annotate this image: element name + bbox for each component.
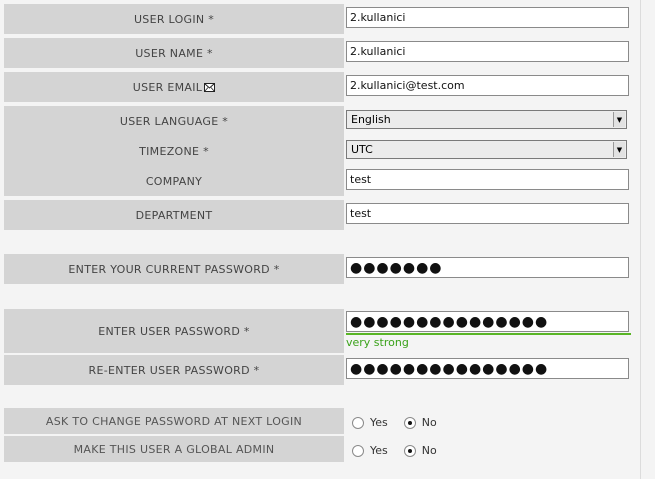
timezone-label: TIMEZONE * bbox=[4, 136, 344, 166]
ask-change-password-yes-label[interactable]: Yes bbox=[370, 416, 388, 429]
department-label: DEPARTMENT bbox=[4, 200, 344, 230]
user-name-label: USER NAME * bbox=[4, 38, 344, 68]
user-email-label-wrap: USER EMAIL bbox=[4, 72, 344, 102]
company-label: COMPANY bbox=[4, 166, 344, 196]
ask-change-password-no-label[interactable]: No bbox=[422, 416, 437, 429]
user-language-selected: English bbox=[351, 113, 391, 126]
user-email-input[interactable]: 2.kullanici@test.com bbox=[346, 75, 629, 96]
reenter-password-input[interactable]: ●●●●●●●●●●●●●●● bbox=[346, 358, 629, 379]
chevron-down-icon[interactable]: ▼ bbox=[613, 112, 625, 127]
timezone-selected: UTC bbox=[351, 143, 373, 156]
password-strength-text: very strong bbox=[346, 336, 409, 349]
reenter-password-label: RE-ENTER USER PASSWORD * bbox=[4, 355, 344, 385]
global-admin-yes-label[interactable]: Yes bbox=[370, 444, 388, 457]
page-edge-line bbox=[640, 0, 641, 479]
global-admin-label: MAKE THIS USER A GLOBAL ADMIN bbox=[4, 436, 344, 462]
current-password-label: ENTER YOUR CURRENT PASSWORD * bbox=[4, 254, 344, 284]
envelope-icon bbox=[204, 82, 216, 92]
ask-change-password-radio-group: Yes No bbox=[352, 416, 453, 429]
user-email-label: USER EMAIL bbox=[132, 80, 203, 94]
chevron-down-icon[interactable]: ▼ bbox=[613, 142, 625, 157]
global-admin-yes-radio[interactable] bbox=[352, 444, 364, 457]
global-admin-no-label[interactable]: No bbox=[422, 444, 437, 457]
password-strength-bar bbox=[346, 333, 631, 335]
user-name-input[interactable]: 2.kullanici bbox=[346, 41, 629, 62]
global-admin-no-radio[interactable] bbox=[403, 444, 416, 457]
ask-change-password-yes-radio[interactable] bbox=[352, 416, 364, 429]
new-password-label: ENTER USER PASSWORD * bbox=[4, 309, 344, 353]
ask-change-password-label: ASK TO CHANGE PASSWORD AT NEXT LOGIN bbox=[4, 408, 344, 434]
user-language-label: USER LANGUAGE * bbox=[4, 106, 344, 136]
timezone-select[interactable]: UTC ▼ bbox=[346, 140, 627, 159]
user-login-input[interactable]: 2.kullanici bbox=[346, 7, 629, 28]
new-password-input[interactable]: ●●●●●●●●●●●●●●● bbox=[346, 311, 629, 332]
current-password-input[interactable]: ●●●●●●● bbox=[346, 257, 629, 278]
user-login-label: USER LOGIN * bbox=[4, 4, 344, 34]
department-input[interactable]: test bbox=[346, 203, 629, 224]
ask-change-password-no-radio[interactable] bbox=[403, 416, 416, 429]
global-admin-radio-group: Yes No bbox=[352, 444, 453, 457]
company-input[interactable]: test bbox=[346, 169, 629, 190]
user-language-select[interactable]: English ▼ bbox=[346, 110, 627, 129]
